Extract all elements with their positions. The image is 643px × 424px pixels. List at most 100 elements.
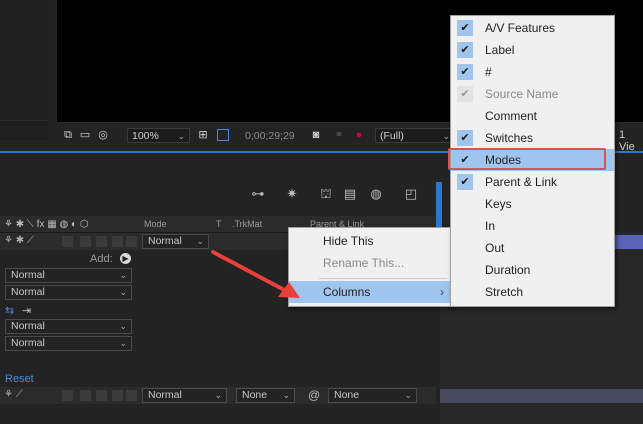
chevron-down-icon: ⌄ [177, 131, 185, 141]
reset-link[interactable]: Reset [5, 373, 34, 385]
checkmark-icon: ✔ [457, 174, 473, 190]
column-option-label: Source Name [485, 87, 559, 101]
composition-flowchart-icon[interactable]: ⊶ [250, 186, 266, 202]
switch-box[interactable] [96, 236, 107, 247]
pick-whip-icon[interactable]: @ [308, 388, 320, 402]
switch-box[interactable] [96, 390, 107, 401]
switch-icons: ⚘ ⟋ [4, 389, 23, 400]
column-option-av-features[interactable]: ✔ A/V Features [451, 17, 614, 39]
blend-mode-value: Normal [11, 337, 45, 349]
column-option-comment[interactable]: Comment [451, 105, 614, 127]
switch-box[interactable] [62, 390, 73, 401]
column-option-label: Switches [485, 131, 534, 145]
shy-layers-icon[interactable]: ⛫ [318, 186, 334, 202]
trkmat-column-header[interactable]: .TrkMat [232, 219, 262, 229]
submenu-arrow-icon: › [440, 285, 444, 299]
switch-box[interactable] [80, 390, 91, 401]
zoom-dropdown[interactable]: 100% ⌄ [127, 128, 190, 143]
mode-value: Normal [148, 235, 182, 247]
motion-blur-icon[interactable]: ◍ [368, 186, 384, 202]
switch-box[interactable] [62, 236, 73, 247]
resolution-value: (Full) [380, 130, 404, 142]
layer-duration-bar[interactable] [440, 389, 643, 403]
column-option-label: In [485, 219, 496, 233]
mode-dropdown[interactable]: Normal ⌄ [142, 234, 209, 249]
menu-item-columns[interactable]: Columns › [289, 281, 452, 303]
view-layout-label[interactable]: 1 Vie [619, 129, 643, 153]
column-option-out[interactable]: Out [451, 237, 614, 259]
parent-value: None [334, 389, 360, 401]
trkmat-value: None [242, 389, 268, 401]
color-channels-icon[interactable]: ● [353, 129, 365, 141]
chevron-down-icon: ⌄ [442, 131, 450, 141]
column-option-number[interactable]: ✔ # [451, 61, 614, 83]
timecode[interactable]: 0;00;29;29 [245, 130, 295, 142]
blend-mode-dropdown[interactable]: Normal ⌄ [5, 319, 132, 334]
column-option-duration[interactable]: Duration [451, 259, 614, 281]
blend-mode-dropdown[interactable]: Normal ⌄ [5, 268, 132, 283]
mode-value: Normal [148, 389, 182, 401]
chevron-down-icon: ⌄ [119, 338, 127, 348]
column-option-label: Out [485, 241, 505, 255]
switch-box[interactable] [112, 236, 123, 247]
column-option-label: # [485, 65, 492, 79]
add-property-icon[interactable]: ▶ [120, 253, 131, 264]
left-panel [0, 0, 48, 140]
switch-box[interactable] [80, 236, 91, 247]
chevron-down-icon: ⌄ [196, 236, 204, 246]
menu-item-columns-label: Columns [323, 285, 371, 299]
blend-mode-value: Normal [11, 269, 45, 281]
column-option-label: Duration [485, 263, 531, 277]
checkmark-icon: ✔ [457, 130, 473, 146]
column-option-stretch[interactable]: Stretch [451, 281, 614, 303]
t-column-header[interactable]: T [216, 219, 222, 229]
grid-icon[interactable]: ⊞ [197, 129, 209, 141]
mask-icon[interactable]: ◎ [97, 129, 109, 141]
column-option-label-col[interactable]: ✔ Label [451, 39, 614, 61]
swap-icon[interactable]: ⇆ [5, 304, 14, 317]
chevron-down-icon: ⌄ [119, 321, 127, 331]
column-option-label: Stretch [485, 285, 524, 299]
swap-right-icon[interactable]: ⇥ [22, 304, 31, 317]
chevron-down-icon: ⌄ [119, 287, 127, 297]
draft-3d-icon[interactable]: ✷ [284, 186, 300, 202]
mode-column-header[interactable]: Mode [144, 219, 167, 229]
column-option-label: Label [485, 43, 515, 57]
show-snapshot-icon[interactable]: ⚭ [333, 129, 345, 141]
switch-box[interactable] [112, 390, 123, 401]
column-option-label: Keys [485, 197, 512, 211]
switch-box[interactable] [126, 390, 137, 401]
always-preview-icon[interactable]: ⧉ [62, 129, 74, 141]
checkmark-icon: ✔ [457, 20, 473, 36]
camera-icon[interactable]: ◙ [310, 129, 322, 141]
checkmark-icon: ✔ [457, 42, 473, 58]
menu-separator [319, 278, 447, 279]
blend-mode-dropdown[interactable]: Normal ⌄ [5, 336, 132, 351]
region-of-interest-icon[interactable] [217, 129, 229, 141]
switch-box[interactable] [126, 236, 137, 247]
column-option-switches[interactable]: ✔ Switches [451, 127, 614, 149]
switches-header-icons: ⚘ ✱ ⟍ fx ▦ ◍ ◐ ⬡ [4, 219, 89, 230]
column-option-parent-link[interactable]: ✔ Parent & Link [451, 171, 614, 193]
modes-highlight-box [448, 148, 606, 170]
blend-mode-dropdown[interactable]: Normal ⌄ [5, 285, 132, 300]
graph-editor-icon[interactable]: ◰ [403, 186, 419, 202]
menu-item-hide-this[interactable]: Hide This [289, 230, 452, 252]
column-option-source-name: ✔ Source Name [451, 83, 614, 105]
chevron-down-icon: ⌄ [404, 390, 412, 400]
column-option-keys[interactable]: Keys [451, 193, 614, 215]
chevron-down-icon: ⌄ [282, 390, 290, 400]
column-option-in[interactable]: In [451, 215, 614, 237]
parent-dropdown[interactable]: None ⌄ [328, 388, 417, 403]
frame-blending-icon[interactable]: ▤ [342, 186, 358, 202]
resolution-dropdown[interactable]: (Full) ⌄ [375, 128, 455, 143]
blend-mode-value: Normal [11, 320, 45, 332]
column-option-label: Parent & Link [485, 175, 558, 189]
blend-mode-value: Normal [11, 286, 45, 298]
chevron-down-icon: ⌄ [119, 270, 127, 280]
monitor-icon[interactable]: ▭ [79, 129, 91, 141]
mode-dropdown[interactable]: Normal ⌄ [142, 388, 227, 403]
column-option-label: A/V Features [485, 21, 556, 35]
column-option-label: Comment [485, 109, 538, 123]
trkmat-dropdown[interactable]: None ⌄ [236, 388, 295, 403]
